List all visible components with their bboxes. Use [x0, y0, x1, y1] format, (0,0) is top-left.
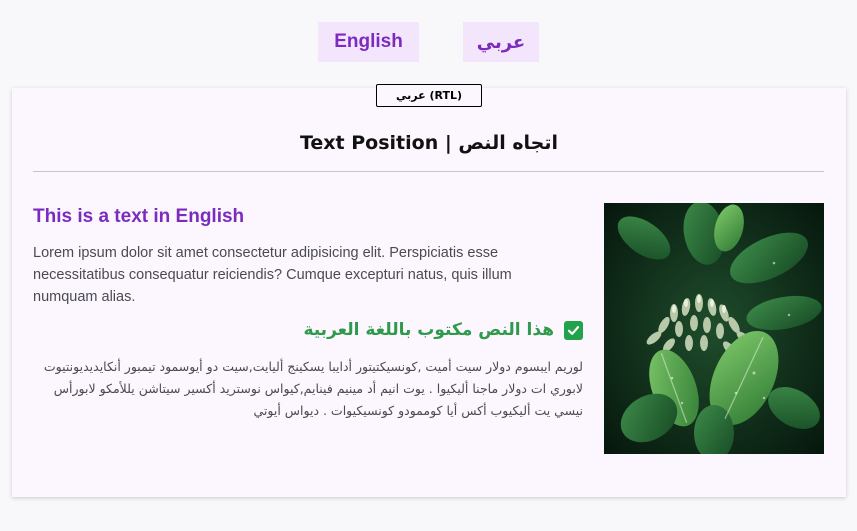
arabic-heading-row: هذا النص مكتوب باللغة العربية: [303, 320, 583, 340]
english-paragraph: Lorem ipsum dolor sit amet consectetur a…: [33, 245, 512, 305]
language-switcher: English عربي: [0, 22, 857, 62]
card-title: Text Position | اتجاه النص: [299, 132, 559, 154]
plant-photo: [604, 203, 824, 454]
arabic-paragraph: لوريم ايبسوم دولار سيت أميت ,كونسيكتيتور…: [43, 359, 583, 418]
direction-badge: عربي (RTL): [376, 84, 482, 107]
english-button[interactable]: English: [318, 22, 419, 62]
arabic-button[interactable]: عربي: [463, 22, 539, 62]
english-heading: This is a text in English: [33, 206, 245, 227]
checkbox-checked-icon: [564, 320, 583, 340]
divider: [33, 171, 824, 172]
content-card: عربي (RTL) Text Position | اتجاه النص Th…: [12, 84, 846, 497]
arabic-heading: هذا النص مكتوب باللغة العربية: [303, 320, 554, 340]
